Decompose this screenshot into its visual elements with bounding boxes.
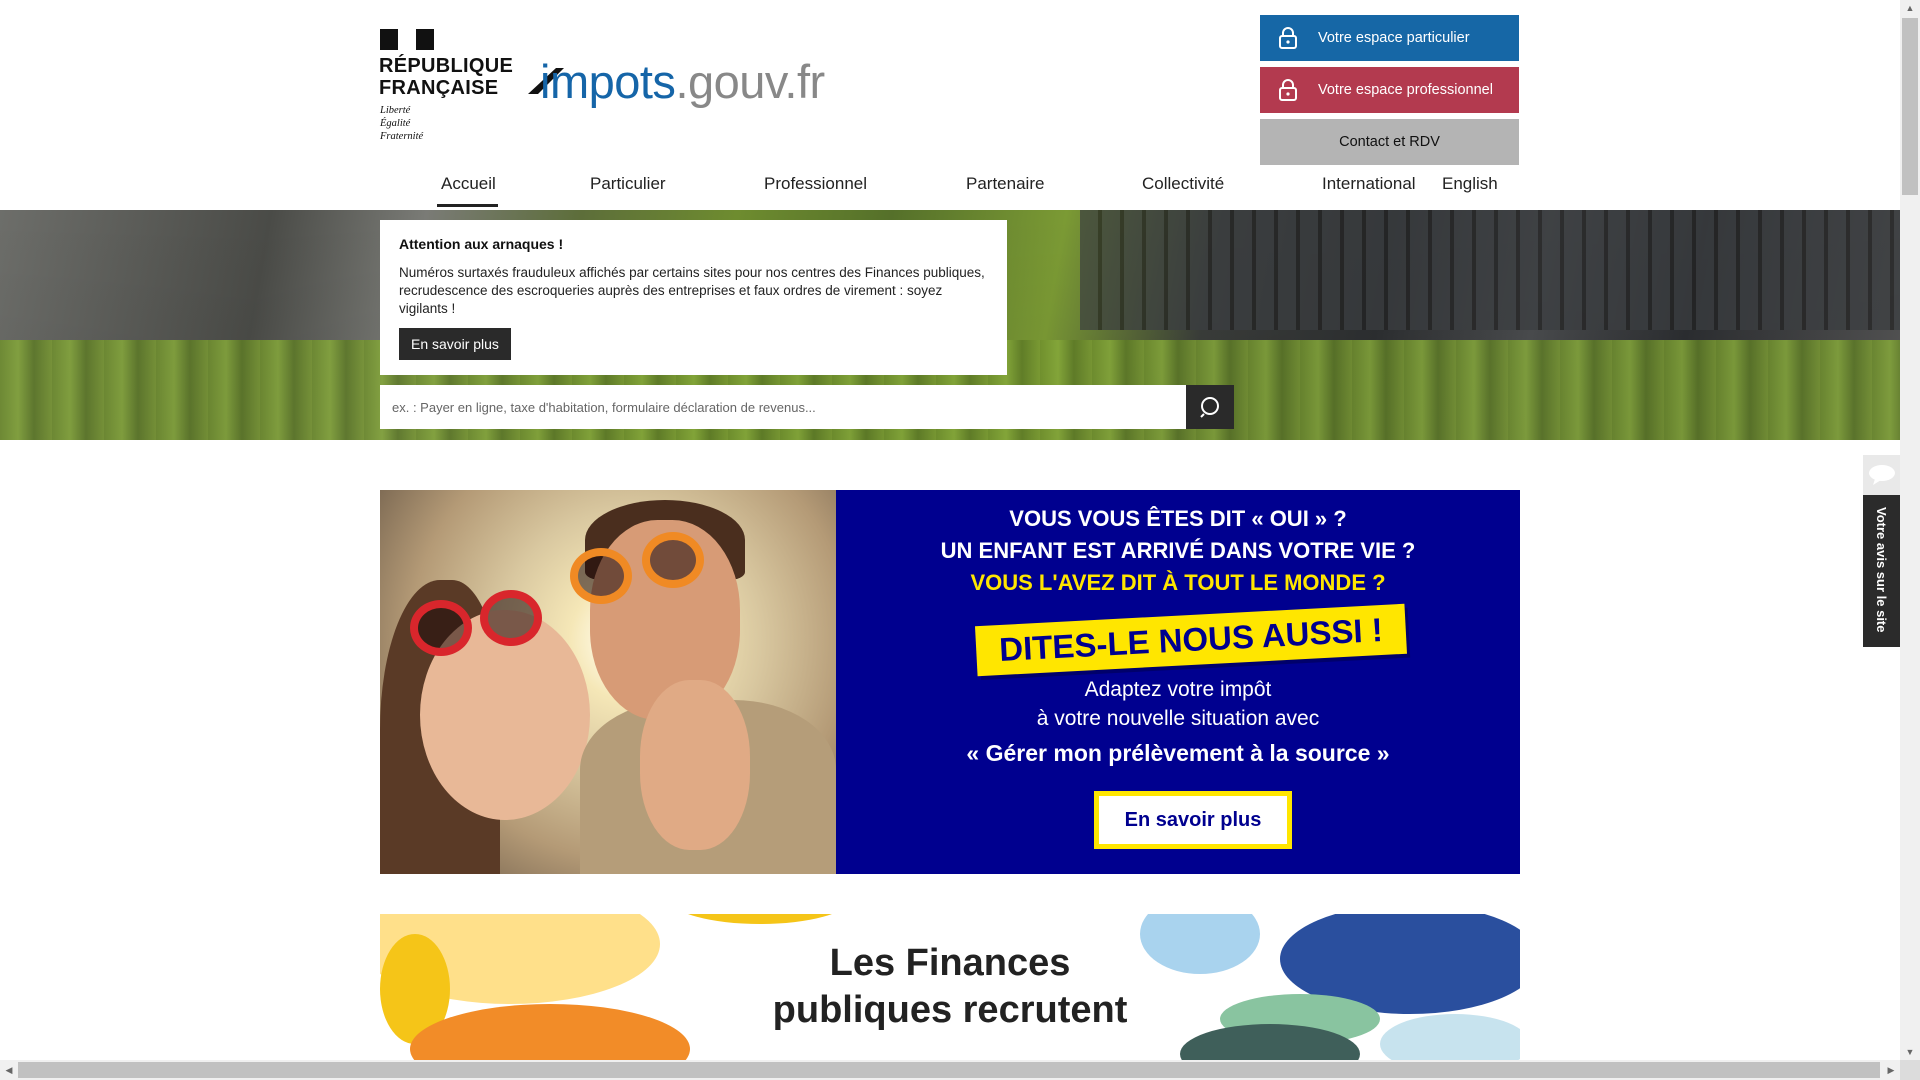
search-icon — [1200, 397, 1219, 418]
contact-rdv-button[interactable]: Contact et RDV — [1260, 119, 1519, 165]
promo-headline-3: VOUS L'AVEZ DIT À TOUT LE MONDE ? — [970, 570, 1386, 595]
nav-accueil[interactable]: Accueil — [441, 174, 496, 194]
feedback-icon-container[interactable] — [1863, 455, 1900, 495]
promo-headline-1: VOUS VOUS ÊTES DIT « OUI » ? — [1009, 506, 1347, 531]
promo-body-2: à votre nouvelle situation avec — [1036, 707, 1320, 730]
nav-international[interactable]: International — [1322, 174, 1416, 194]
alert-title: Attention aux arnaques ! — [399, 236, 564, 252]
republique-line: RÉPUBLIQUE — [379, 55, 514, 77]
promo-body-1: Adaptez votre impôt — [1084, 678, 1272, 701]
lock-icon — [1279, 79, 1297, 101]
nav-collectivite[interactable]: Collectivité — [1142, 174, 1224, 194]
search-button[interactable] — [1186, 385, 1234, 429]
motto-liberte: Liberté — [380, 105, 411, 116]
scam-alert-box: Attention aux arnaques ! Numéros surtaxé… — [380, 220, 1007, 375]
heart-glasses-left — [480, 590, 542, 646]
scroll-left-arrow-icon[interactable]: ◀ — [0, 1060, 18, 1080]
marianne-logo — [380, 29, 434, 50]
search-input[interactable] — [380, 385, 1186, 429]
nav-particulier[interactable]: Particulier — [590, 174, 666, 194]
vertical-scroll-thumb[interactable] — [1902, 18, 1918, 195]
recruitment-title: Les Finances publiques recrutent — [380, 940, 1520, 1034]
scroll-right-arrow-icon[interactable]: ▶ — [1882, 1060, 1900, 1080]
site-logo[interactable]: impots.gouv.fr — [526, 57, 825, 107]
decor-shape — [670, 914, 850, 924]
site-logo-brand: impots — [540, 55, 676, 108]
feedback-label-container[interactable]: Votre avis sur le site — [1863, 500, 1900, 640]
couple-photo — [380, 490, 836, 874]
scroll-up-arrow-icon[interactable]: ▲ — [1900, 0, 1920, 16]
espace-professionnel-label: Votre espace professionnel — [1318, 82, 1493, 98]
espace-particulier-button[interactable]: Votre espace particulier — [1260, 15, 1519, 61]
speech-bubble-icon — [1868, 465, 1895, 485]
contact-rdv-label: Contact et RDV — [1339, 134, 1440, 150]
francaise-line: FRANÇAISE — [379, 77, 499, 99]
nav-professionnel[interactable]: Professionnel — [764, 174, 867, 194]
motto-egalite: Égalité — [380, 118, 411, 129]
site-logo-domain: .gouv.fr — [675, 55, 825, 108]
photo-thumbs-up — [640, 680, 750, 850]
scroll-down-arrow-icon[interactable]: ▼ — [1900, 1044, 1920, 1060]
motto-fraternite: Fraternité — [380, 131, 424, 142]
recruitment-title-line2: publiques recrutent — [772, 989, 1128, 1031]
espace-particulier-label: Votre espace particulier — [1318, 30, 1470, 46]
republique-francaise-wordmark: RÉPUBLIQUE FRANÇAISE — [379, 55, 513, 99]
promo-learn-more-button[interactable]: En savoir plus — [1094, 791, 1292, 849]
alert-text: Numéros surtaxés frauduleux affichés par… — [399, 265, 985, 316]
recruitment-title-line1: Les Finances — [829, 942, 1071, 984]
nav-active-indicator — [437, 204, 498, 207]
hero-building-windows — [1080, 210, 1900, 330]
alert-learn-more-button[interactable]: En savoir plus — [399, 328, 511, 360]
espace-professionnel-button[interactable]: Votre espace professionnel — [1260, 67, 1519, 113]
nav-partenaire[interactable]: Partenaire — [966, 174, 1044, 194]
promo-headline-2: UN ENFANT EST ARRIVÉ DANS VOTRE VIE ? — [940, 538, 1416, 563]
heart-glasses-right — [570, 548, 632, 604]
lock-icon — [1279, 27, 1297, 49]
feedback-label: Votre avis sur le site — [1874, 507, 1889, 633]
heart-glasses-right — [642, 532, 704, 588]
horizontal-scroll-thumb[interactable] — [18, 1062, 1880, 1078]
republic-motto: Liberté Égalité Fraternité — [380, 104, 423, 143]
nav-english[interactable]: English — [1442, 174, 1498, 194]
scrollbar-corner — [1900, 1060, 1920, 1080]
heart-glasses-left — [410, 600, 472, 656]
promo-service-name: « Gérer mon prélèvement à la source » — [966, 740, 1390, 766]
